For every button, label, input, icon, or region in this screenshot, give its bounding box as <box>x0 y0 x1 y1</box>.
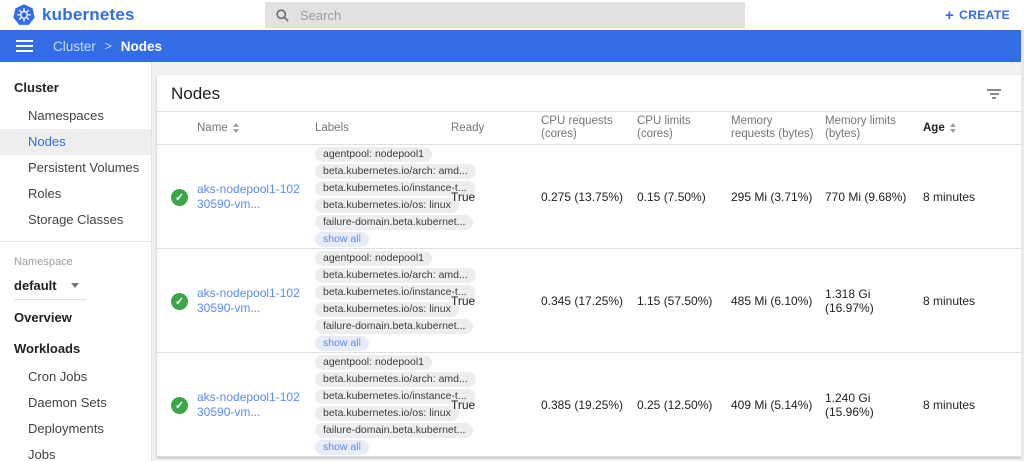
column-header-cpu-requests: CPU requests (cores) <box>541 115 637 141</box>
label-chip: beta.kubernetes.io/os: linux <box>315 406 459 421</box>
ready-cell: True <box>451 190 541 204</box>
label-chip: failure-domain.beta.kubernet... <box>315 319 473 334</box>
sidebar-item-daemon-sets[interactable]: Daemon Sets <box>0 390 151 416</box>
table-row: ✓ aks-nodepool1-10230590-vm... agentpool… <box>157 249 1021 353</box>
age-cell: 8 minutes <box>923 190 1007 204</box>
sidebar-item-cron-jobs[interactable]: Cron Jobs <box>0 364 151 390</box>
column-header-age[interactable]: Age <box>923 122 1007 135</box>
sidebar-item-roles[interactable]: Roles <box>0 181 151 207</box>
column-header-labels: Labels <box>315 122 451 135</box>
breadcrumb-bar: Cluster > Nodes <box>0 30 1024 62</box>
column-header-memory-limits: Memory limits (bytes) <box>825 115 923 141</box>
app-header: kubernetes + CREATE <box>0 0 1024 30</box>
memory-limits-cell: 1.318 Gi (16.97%) <box>825 287 923 315</box>
cpu-requests-cell: 0.345 (17.25%) <box>541 294 637 308</box>
status-ok-icon: ✓ <box>171 293 188 310</box>
sidebar-section-workloads[interactable]: Workloads <box>0 333 151 364</box>
status-ok-icon: ✓ <box>171 397 188 414</box>
sidebar-item-persistent-volumes[interactable]: Persistent Volumes <box>0 155 151 181</box>
table-row: ✓ aks-nodepool1-10230590-vm... agentpool… <box>157 353 1021 457</box>
age-cell: 8 minutes <box>923 398 1007 412</box>
breadcrumb: Cluster > Nodes <box>53 39 162 54</box>
kubernetes-logo-icon <box>13 4 35 26</box>
show-all-button[interactable]: show all <box>315 440 369 455</box>
breadcrumb-separator: > <box>105 39 112 53</box>
create-button[interactable]: + CREATE <box>945 0 1010 30</box>
breadcrumb-parent[interactable]: Cluster <box>53 39 96 54</box>
sidebar-item-overview[interactable]: Overview <box>0 302 151 333</box>
labels-cell: agentpool: nodepool1 beta.kubernetes.io/… <box>315 249 451 353</box>
menu-hamburger-icon[interactable] <box>14 36 35 56</box>
memory-limits-cell: 770 Mi (9.68%) <box>825 190 923 204</box>
show-all-button[interactable]: show all <box>315 232 369 247</box>
kubernetes-logo[interactable]: kubernetes <box>0 4 135 26</box>
node-name-link[interactable]: aks-nodepool1-10230590-vm... <box>197 286 315 316</box>
label-chip: agentpool: nodepool1 <box>315 251 432 266</box>
label-chip: beta.kubernetes.io/os: linux <box>315 302 459 317</box>
label-chip: beta.kubernetes.io/os: linux <box>315 198 459 213</box>
cpu-limits-cell: 0.15 (7.50%) <box>637 190 731 204</box>
label-chip: agentpool: nodepool1 <box>315 147 432 162</box>
sidebar-item-deployments[interactable]: Deployments <box>0 416 151 442</box>
sidebar-divider <box>0 241 151 242</box>
sort-icon <box>233 123 239 133</box>
labels-cell: agentpool: nodepool1 beta.kubernetes.io/… <box>315 353 451 457</box>
chevron-down-icon <box>71 283 79 288</box>
nodes-card: Nodes Name Labels Ready CPU requests (co… <box>157 75 1021 457</box>
ready-cell: True <box>451 398 541 412</box>
show-all-button[interactable]: show all <box>315 336 369 351</box>
column-header-cpu-limits: CPU limits (cores) <box>637 115 731 141</box>
create-button-label: CREATE <box>959 8 1010 22</box>
search-input[interactable] <box>300 8 735 23</box>
memory-requests-cell: 295 Mi (3.71%) <box>731 190 825 204</box>
namespace-select[interactable]: default <box>14 274 86 300</box>
label-chip: failure-domain.beta.kubernet... <box>315 423 473 438</box>
namespace-label: Namespace <box>0 250 151 270</box>
labels-cell: agentpool: nodepool1 beta.kubernetes.io/… <box>315 145 451 249</box>
search-bar[interactable] <box>265 2 745 28</box>
cpu-limits-cell: 0.25 (12.50%) <box>637 398 731 412</box>
sidebar-item-storage-classes[interactable]: Storage Classes <box>0 207 151 233</box>
sidebar-item-nodes[interactable]: Nodes <box>0 129 151 155</box>
sidebar-item-jobs[interactable]: Jobs <box>0 442 151 461</box>
main-content: Nodes Name Labels Ready CPU requests (co… <box>152 62 1024 461</box>
cpu-limits-cell: 1.15 (57.50%) <box>637 294 731 308</box>
memory-limits-cell: 1.240 Gi (15.96%) <box>825 391 923 419</box>
column-header-ready: Ready <box>451 122 541 135</box>
logo-text: kubernetes <box>42 5 135 25</box>
namespace-selected-value: default <box>14 278 57 293</box>
table-header-row: Name Labels Ready CPU requests (cores) C… <box>157 112 1021 145</box>
column-header-name[interactable]: Name <box>197 122 315 135</box>
age-cell: 8 minutes <box>923 294 1007 308</box>
sidebar-item-namespaces[interactable]: Namespaces <box>0 103 151 129</box>
label-chip: beta.kubernetes.io/arch: amd... <box>315 164 476 179</box>
sidebar: Cluster Namespaces Nodes Persistent Volu… <box>0 62 152 461</box>
label-chip: beta.kubernetes.io/arch: amd... <box>315 268 476 283</box>
cpu-requests-cell: 0.385 (19.25%) <box>541 398 637 412</box>
sort-icon <box>950 123 956 133</box>
cpu-requests-cell: 0.275 (13.75%) <box>541 190 637 204</box>
label-chip: beta.kubernetes.io/arch: amd... <box>315 372 476 387</box>
filter-icon[interactable] <box>983 85 1005 103</box>
table-row: ✓ aks-nodepool1-10230590-vm... agentpool… <box>157 145 1021 249</box>
search-icon <box>275 8 290 23</box>
sidebar-section-cluster[interactable]: Cluster <box>0 72 151 103</box>
memory-requests-cell: 409 Mi (5.14%) <box>731 398 825 412</box>
label-chip: agentpool: nodepool1 <box>315 355 432 370</box>
node-name-link[interactable]: aks-nodepool1-10230590-vm... <box>197 182 315 212</box>
memory-requests-cell: 485 Mi (6.10%) <box>731 294 825 308</box>
ready-cell: True <box>451 294 541 308</box>
status-ok-icon: ✓ <box>171 189 188 206</box>
breadcrumb-current: Nodes <box>121 39 162 54</box>
plus-icon: + <box>945 7 954 24</box>
node-name-link[interactable]: aks-nodepool1-10230590-vm... <box>197 390 315 420</box>
label-chip: failure-domain.beta.kubernet... <box>315 215 473 230</box>
card-title: Nodes <box>171 84 220 104</box>
column-header-memory-requests: Memory requests (bytes) <box>731 115 825 141</box>
